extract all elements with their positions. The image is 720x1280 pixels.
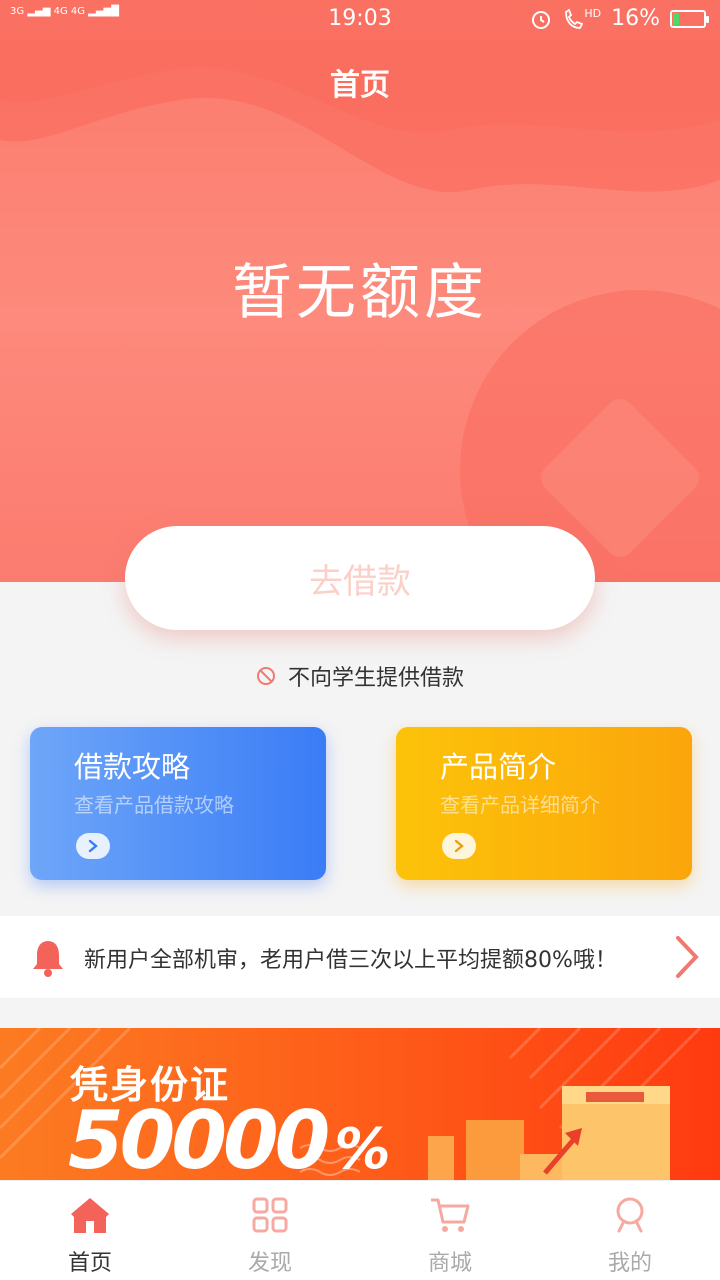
hero-section: 3G ▂▄▆ 4G 4G ▂▄▆█ 19:03 HD 16% 首页 暂无额度 [0, 0, 720, 582]
quota-status: 暂无额度 [232, 258, 488, 328]
chevron-right-icon[interactable] [442, 833, 476, 859]
profile-icon [616, 1197, 644, 1233]
bottom-tab-bar: 首页 发现 商城 我的 [0, 1180, 720, 1280]
tab-mall-label: 商城 [427, 1251, 472, 1276]
product-intro-title: 产品简介 [440, 750, 557, 784]
discover-icon [252, 1197, 288, 1233]
status-bar: 3G ▂▄▆ 4G 4G ▂▄▆█ 19:03 HD 16% [0, 0, 720, 38]
announcement-bar[interactable]: 新用户全部机审，老用户借三次以上平均提额80%哦！ [0, 916, 720, 998]
notice-text: 不向学生提供借款 [287, 666, 464, 691]
chevron-right-icon[interactable] [672, 934, 702, 980]
status-right: HD 16% [530, 6, 709, 31]
tab-discover-label: 发现 [247, 1251, 292, 1276]
loan-guide-subtitle: 查看产品借款攻略 [74, 793, 234, 817]
cart-icon [431, 1198, 470, 1232]
borrow-button[interactable]: 去借款 [125, 526, 595, 630]
banner-amount-value: 50000 [68, 1094, 330, 1180]
banner-percent-symbol: % [334, 1117, 390, 1180]
chevron-right-icon[interactable] [76, 833, 110, 859]
tab-mall[interactable]: 商城 [360, 1181, 540, 1280]
home-icon [71, 1198, 109, 1233]
student-notice: 不向学生提供借款 [0, 660, 720, 692]
banner-amount: 50000% [68, 1094, 390, 1180]
loan-guide-title: 借款攻略 [74, 750, 191, 784]
product-intro-card[interactable]: 产品简介 查看产品详细简介 [396, 727, 692, 880]
bell-icon [33, 941, 63, 977]
tab-discover[interactable]: 发现 [180, 1181, 360, 1280]
tab-profile-label: 我的 [607, 1251, 652, 1276]
hd-label: HD [584, 7, 602, 20]
tab-home-label: 首页 [67, 1251, 112, 1276]
tab-home[interactable]: 首页 [0, 1181, 180, 1280]
battery-percent: 16% [611, 6, 660, 31]
battery-icon [670, 9, 709, 28]
page-title: 首页 [330, 68, 390, 103]
announcement-text: 新用户全部机审，老用户借三次以上平均提额80%哦！ [84, 948, 617, 973]
forbidden-icon [256, 667, 275, 685]
loan-guide-card[interactable]: 借款攻略 查看产品借款攻略 [30, 727, 326, 880]
product-intro-subtitle: 查看产品详细简介 [440, 793, 600, 817]
alarm-icon [532, 10, 551, 29]
tab-profile[interactable]: 我的 [540, 1181, 720, 1280]
promo-banner[interactable]: 凭身份证 50000% [0, 1028, 720, 1180]
